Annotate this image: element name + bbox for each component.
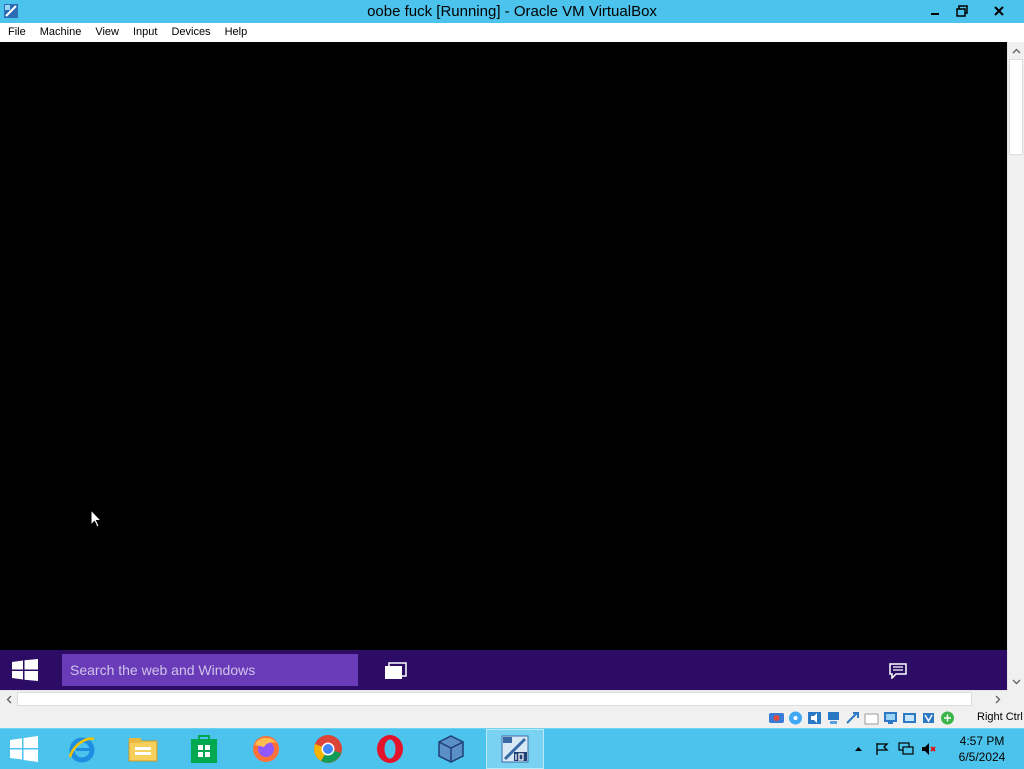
minimize-icon — [931, 12, 939, 15]
taskbar-internet-explorer[interactable] — [53, 729, 111, 769]
network-tray-button[interactable] — [898, 741, 914, 757]
guest-display[interactable]: Search the web and Windows — [0, 42, 1007, 690]
chrome-icon — [314, 735, 342, 763]
scroll-right-button[interactable] — [989, 691, 1006, 707]
vertical-scrollbar[interactable] — [1007, 42, 1024, 690]
volume-muted-icon — [922, 743, 936, 755]
firefox-icon — [253, 736, 279, 762]
guest-search-box[interactable]: Search the web and Windows — [62, 654, 358, 686]
host-taskbar: 4:57 PM 6/5/2024 — [0, 728, 1024, 769]
system-clock[interactable]: 4:57 PM 6/5/2024 — [950, 733, 1014, 765]
menu-input[interactable]: Input — [126, 23, 164, 42]
store-icon — [191, 735, 217, 763]
opera-icon — [377, 735, 403, 763]
processor-icon[interactable] — [920, 710, 937, 726]
host-key-label: Right Ctrl — [977, 711, 1023, 723]
scroll-up-button[interactable] — [1008, 42, 1024, 59]
taskbar-windows10-vm[interactable] — [486, 729, 544, 769]
chevron-right-icon — [995, 695, 1000, 703]
restore-icon — [956, 4, 968, 17]
taskbar-firefox[interactable] — [237, 729, 295, 769]
hard-disk-icon[interactable] — [768, 710, 785, 726]
show-hidden-icons-button[interactable] — [850, 741, 866, 757]
action-center-flag-icon — [876, 743, 889, 755]
menu-help[interactable]: Help — [218, 23, 255, 42]
shared-folders-icon[interactable] — [863, 710, 880, 726]
volume-tray-button[interactable] — [921, 741, 937, 757]
clock-time: 4:57 PM — [959, 734, 1005, 748]
close-button[interactable] — [976, 0, 1021, 21]
scroll-left-button[interactable] — [0, 691, 17, 707]
minimize-button[interactable] — [922, 0, 948, 21]
window-titlebar[interactable]: oobe fuck [Running] - Oracle VM VirtualB… — [0, 0, 1024, 23]
network-icon — [898, 742, 914, 755]
task-view-icon[interactable] — [384, 662, 408, 680]
internet-explorer-icon — [68, 737, 95, 763]
window-title: oobe fuck [Running] - Oracle VM VirtualB… — [367, 3, 657, 20]
menu-file[interactable]: File — [0, 23, 33, 42]
restore-button[interactable] — [949, 0, 975, 21]
clock-date: 6/5/2024 — [958, 750, 1006, 764]
action-center-button[interactable] — [874, 741, 890, 757]
video-capture-icon[interactable] — [901, 710, 918, 726]
close-icon — [993, 5, 1004, 16]
taskbar-file-explorer[interactable] — [114, 729, 172, 769]
notifications-icon[interactable] — [889, 663, 907, 679]
horizontal-scroll-thumb[interactable] — [17, 692, 972, 706]
audio-icon[interactable] — [806, 710, 823, 726]
horizontal-scrollbar[interactable] — [0, 690, 1007, 707]
mouse-cursor-icon — [90, 509, 102, 528]
vertical-scroll-thumb[interactable] — [1009, 59, 1023, 155]
menu-view[interactable]: View — [88, 23, 126, 42]
menu-devices[interactable]: Devices — [164, 23, 217, 42]
taskbar-opera[interactable] — [361, 729, 419, 769]
usb-icon[interactable] — [844, 710, 861, 726]
virtualbox-icon — [438, 735, 464, 763]
windows10-vm-icon — [501, 735, 529, 763]
device-indicators — [768, 710, 956, 726]
menu-bar: File Machine View Input Devices Help — [0, 23, 1024, 42]
status-bar: Right Ctrl — [0, 707, 1024, 728]
scrollbar-corner — [1007, 690, 1024, 707]
guest-taskbar: Search the web and Windows — [0, 650, 1007, 690]
guest-start-icon[interactable] — [12, 659, 38, 681]
chevron-down-icon — [1012, 679, 1020, 684]
taskbar-store[interactable] — [175, 729, 233, 769]
taskbar-chrome[interactable] — [299, 729, 357, 769]
menu-machine[interactable]: Machine — [33, 23, 89, 42]
host-start-icon[interactable] — [10, 736, 38, 762]
chevron-left-icon — [6, 695, 11, 703]
mouse-integration-icon[interactable] — [939, 710, 956, 726]
network-icon[interactable] — [825, 710, 842, 726]
optical-drive-icon[interactable] — [787, 710, 804, 726]
scroll-down-button[interactable] — [1008, 673, 1024, 690]
taskbar-virtualbox[interactable] — [422, 729, 480, 769]
chevron-up-icon — [1012, 48, 1020, 53]
show-hidden-icons-icon — [854, 747, 862, 751]
file-explorer-icon — [128, 738, 158, 762]
display-icon[interactable] — [882, 710, 899, 726]
